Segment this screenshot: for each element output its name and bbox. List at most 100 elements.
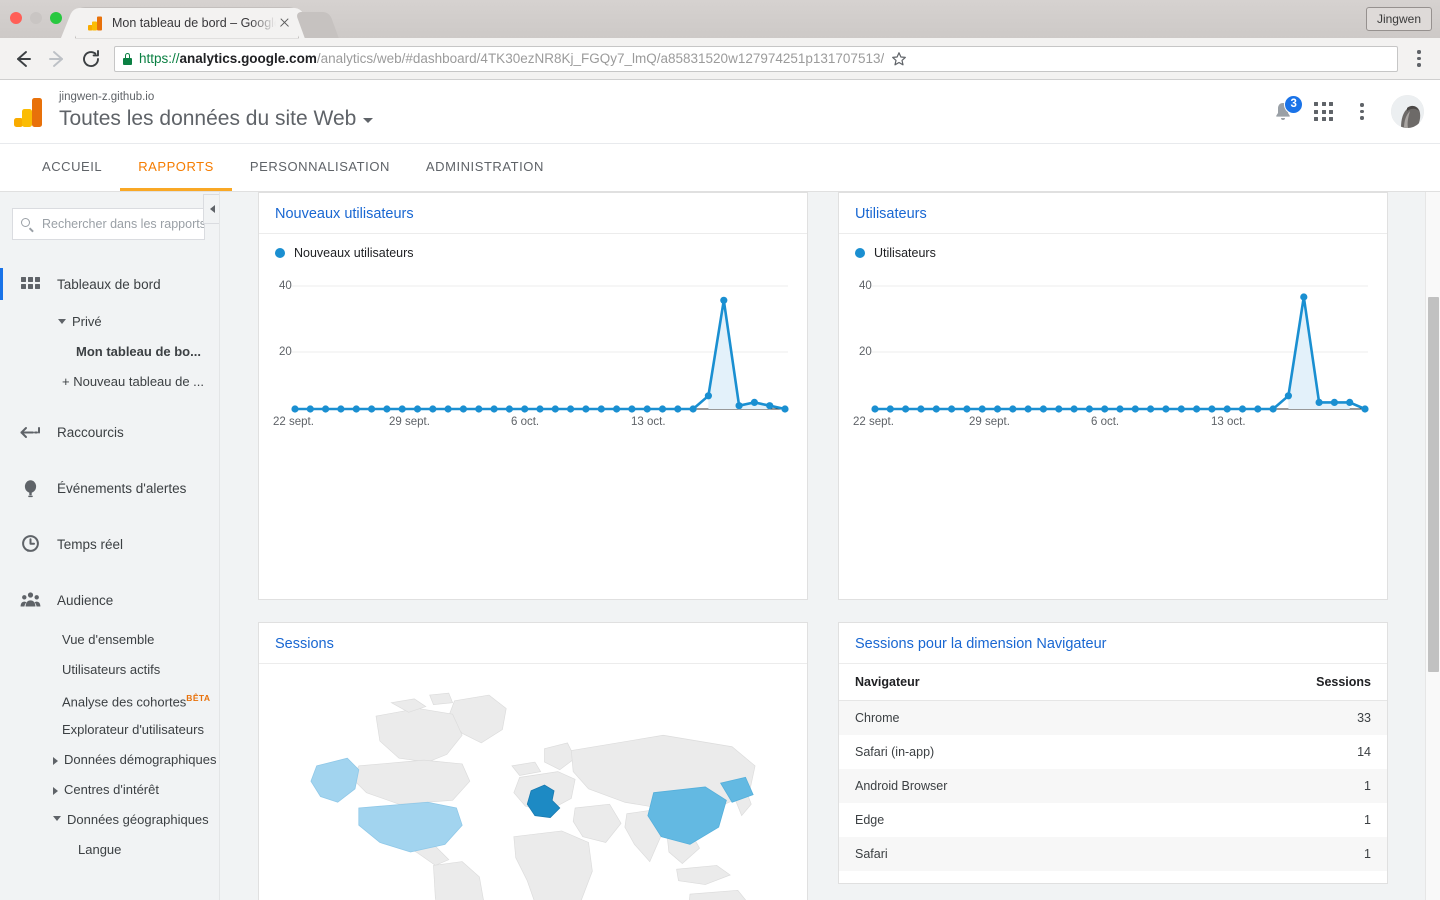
widget-title[interactable]: Utilisateurs: [839, 193, 1387, 234]
table-row[interactable]: Chrome 33: [839, 700, 1387, 735]
data-point[interactable]: [291, 405, 299, 413]
back-button[interactable]: [12, 48, 34, 70]
data-point[interactable]: [567, 405, 575, 413]
user-avatar[interactable]: [1391, 95, 1424, 128]
search-input[interactable]: Rechercher dans les rapports et l: [12, 208, 205, 240]
data-point[interactable]: [1361, 405, 1369, 413]
data-point[interactable]: [1162, 405, 1170, 413]
sidebar-item-evenements-alertes[interactable]: Événements d'alertes: [0, 466, 219, 510]
collapse-sidebar-button[interactable]: [203, 194, 219, 224]
data-point[interactable]: [674, 405, 682, 413]
widget-title[interactable]: Sessions pour la dimension Navigateur: [839, 623, 1387, 664]
sidebar-item-donnees-geographiques[interactable]: Données géographiques: [0, 805, 219, 835]
address-bar[interactable]: https://analytics.google.com/analytics/w…: [114, 45, 1398, 72]
sidebar-item-donnees-demographiques[interactable]: Données démographiques: [0, 745, 219, 775]
property-selector[interactable]: Toutes les données du site Web: [59, 105, 374, 133]
sidebar-item-raccourcis[interactable]: Raccourcis: [0, 410, 219, 454]
data-point[interactable]: [1070, 405, 1078, 413]
sidebar-item-tableaux-de-bord[interactable]: Tableaux de bord: [0, 262, 219, 306]
data-point[interactable]: [1238, 405, 1247, 413]
sidebar-item-mon-tableau-de-bord[interactable]: Mon tableau de bo...: [0, 336, 219, 366]
data-point[interactable]: [766, 402, 774, 410]
data-point[interactable]: [917, 405, 925, 413]
data-point[interactable]: [735, 402, 743, 410]
column-header-navigateur[interactable]: Navigateur: [839, 664, 1162, 701]
ga-overflow-menu-button[interactable]: [1353, 103, 1371, 120]
data-point[interactable]: [689, 405, 697, 413]
data-point[interactable]: [1147, 405, 1155, 413]
data-point[interactable]: [1269, 405, 1277, 413]
data-point[interactable]: [429, 405, 437, 413]
data-point[interactable]: [475, 405, 483, 413]
data-point[interactable]: [1315, 398, 1323, 406]
data-point[interactable]: [628, 405, 636, 413]
window-controls[interactable]: [10, 12, 62, 24]
data-point[interactable]: [551, 405, 559, 413]
data-point[interactable]: [1223, 405, 1231, 413]
data-point[interactable]: [1024, 405, 1032, 413]
data-point[interactable]: [383, 405, 391, 413]
data-point[interactable]: [781, 405, 789, 413]
data-point[interactable]: [1208, 405, 1216, 413]
browser-menu-button[interactable]: [1410, 50, 1428, 67]
sidebar-item-vue-d-ensemble[interactable]: Vue d'ensemble: [0, 625, 219, 655]
data-point[interactable]: [490, 405, 498, 413]
sidebar-item-prive[interactable]: Privé: [0, 306, 219, 336]
data-point[interactable]: [886, 405, 894, 413]
chart-new-users[interactable]: 40 20 22 sept. 29 sept. 6 oct. 13 oct.: [259, 264, 807, 599]
data-point[interactable]: [932, 405, 940, 413]
legend-item[interactable]: Nouveaux utilisateurs: [275, 246, 414, 260]
legend-item[interactable]: Utilisateurs: [855, 246, 936, 260]
data-point[interactable]: [398, 405, 406, 413]
data-point[interactable]: [613, 405, 621, 413]
data-point[interactable]: [352, 405, 360, 413]
data-point[interactable]: [1055, 405, 1063, 413]
scrollbar-thumb[interactable]: [1428, 297, 1439, 672]
tab-administration[interactable]: ADMINISTRATION: [408, 144, 562, 191]
chart-users[interactable]: 40 20 22 sept. 29 sept. 6 oct. 13 oct.: [839, 264, 1387, 599]
data-point[interactable]: [750, 398, 758, 406]
data-point[interactable]: [337, 405, 345, 413]
data-point[interactable]: [1193, 405, 1201, 413]
widget-title[interactable]: Sessions: [259, 623, 807, 664]
widget-title[interactable]: Nouveaux utilisateurs: [259, 193, 807, 234]
data-point[interactable]: [704, 392, 712, 400]
forward-button[interactable]: [46, 48, 68, 70]
data-point[interactable]: [536, 405, 544, 413]
data-point[interactable]: [1116, 405, 1124, 413]
sidebar-item-explorateur-d-utilisateurs[interactable]: Explorateur d'utilisateurs: [0, 715, 219, 745]
data-point[interactable]: [902, 405, 910, 413]
data-point[interactable]: [1254, 405, 1262, 413]
browser-tab-active[interactable]: Mon tableau de bord – Google: [76, 8, 298, 38]
table-row[interactable]: Android Browser 1: [839, 769, 1387, 803]
data-point[interactable]: [963, 405, 971, 413]
data-point[interactable]: [1085, 405, 1093, 413]
data-point[interactable]: [1131, 405, 1139, 413]
data-point[interactable]: [521, 405, 529, 413]
data-point[interactable]: [413, 405, 422, 413]
minimize-window-button[interactable]: [30, 12, 42, 24]
column-header-sessions[interactable]: Sessions: [1161, 664, 1387, 701]
tab-rapports[interactable]: RAPPORTS: [120, 144, 232, 191]
data-point[interactable]: [1346, 398, 1354, 406]
data-point[interactable]: [643, 405, 651, 413]
sidebar-item-analyse-des-cohortes[interactable]: Analyse des cohortesBÊTA: [0, 685, 219, 715]
google-apps-icon[interactable]: [1314, 102, 1333, 121]
data-point[interactable]: [1330, 398, 1338, 406]
data-point[interactable]: [1300, 293, 1308, 301]
browser-profile-button[interactable]: Jingwen: [1365, 7, 1432, 31]
close-window-button[interactable]: [10, 12, 22, 24]
table-row[interactable]: Safari 1: [839, 837, 1387, 871]
map-region-alaska[interactable]: [310, 757, 360, 803]
close-tab-button[interactable]: [276, 15, 292, 31]
data-point[interactable]: [1009, 405, 1017, 413]
sidebar-item-centres-d-interet[interactable]: Centres d'intérêt: [0, 775, 219, 805]
tab-personnalisation[interactable]: PERSONNALISATION: [232, 144, 408, 191]
sidebar-item-audience[interactable]: Audience: [0, 578, 219, 622]
data-point[interactable]: [505, 405, 513, 413]
data-point[interactable]: [978, 405, 986, 413]
table-row[interactable]: Edge 1: [839, 803, 1387, 837]
world-map[interactable]: 1 36: [259, 664, 807, 900]
data-point[interactable]: [1177, 405, 1185, 413]
data-point[interactable]: [459, 405, 467, 413]
